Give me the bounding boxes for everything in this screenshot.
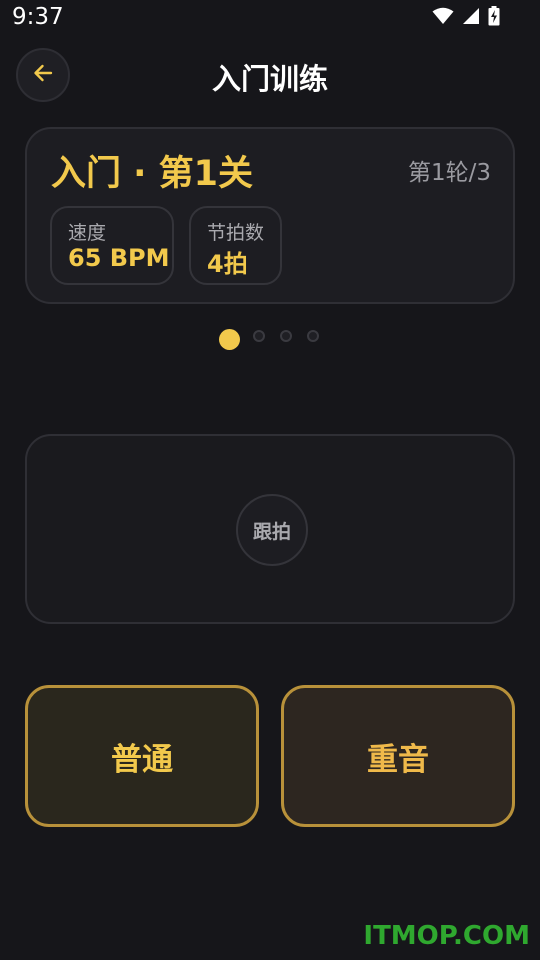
normal-beat-button[interactable]: 普通 bbox=[25, 685, 259, 827]
tap-beat-button[interactable]: 跟拍 bbox=[236, 494, 308, 566]
speed-value: 65 BPM bbox=[68, 244, 170, 272]
speed-label: 速度 bbox=[68, 222, 107, 244]
battery-charging-icon bbox=[488, 6, 500, 30]
cell-signal-icon bbox=[462, 7, 480, 29]
status-bar: 9:37 bbox=[0, 0, 540, 36]
level-card: 入门 · 第1关 第1轮/3 速度 65 BPM 节拍数 4拍 bbox=[25, 127, 515, 304]
accent-beat-button[interactable]: 重音 bbox=[281, 685, 515, 827]
level-title: 入门 · 第1关 bbox=[51, 154, 254, 194]
page-dot-1[interactable] bbox=[219, 329, 240, 350]
round-counter: 第1轮/3 bbox=[407, 160, 491, 186]
page-title: 入门训练 bbox=[211, 62, 328, 96]
beats-stat: 节拍数 4拍 bbox=[189, 206, 282, 285]
watermark-logo: ITMOP.COM bbox=[363, 921, 530, 951]
speed-stat: 速度 65 BPM bbox=[50, 206, 174, 285]
page-dot-4[interactable] bbox=[307, 330, 319, 342]
status-icons bbox=[432, 6, 500, 30]
status-time: 9:37 bbox=[12, 4, 64, 30]
beats-label: 节拍数 bbox=[207, 222, 265, 244]
page-indicator bbox=[0, 328, 540, 352]
page-dot-2[interactable] bbox=[253, 330, 265, 342]
screen: 9:37 入门训练 入门 · 第1关 第1轮/3 速度 65 BPM 节拍数 4… bbox=[0, 0, 540, 960]
tap-area[interactable]: 跟拍 bbox=[25, 434, 515, 624]
beats-value: 4拍 bbox=[207, 250, 248, 278]
page-dot-3[interactable] bbox=[280, 330, 292, 342]
wifi-icon bbox=[432, 7, 454, 29]
